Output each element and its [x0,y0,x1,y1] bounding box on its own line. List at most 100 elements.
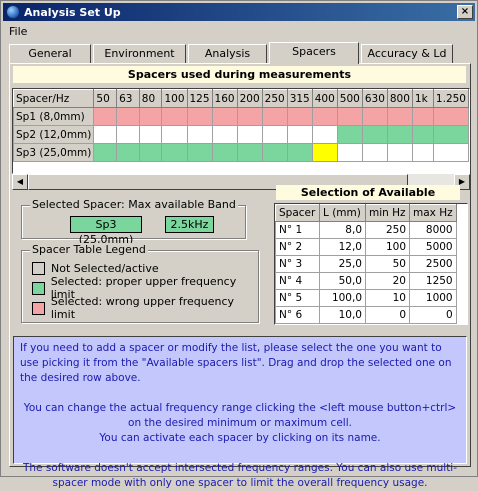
available-spacer-row[interactable]: N° 4 50,0 20 1250 [275,272,457,290]
available-spacers-title: Selection of Available Spacers [276,185,460,214]
available-spacer-cell[interactable]: N° 4 [275,272,320,290]
frequency-cell[interactable] [211,143,238,162]
frequency-cell[interactable] [361,125,388,144]
spacer-name-cell[interactable]: Sp3 (25,0mm) [13,143,95,162]
frequency-cell[interactable] [311,107,338,126]
frequency-cell[interactable] [93,125,118,144]
frequency-cell[interactable] [236,143,263,162]
frequency-cell[interactable] [161,107,188,126]
frequency-cell[interactable] [286,143,313,162]
frequency-cell[interactable] [236,125,263,144]
frequency-header: 400 [311,89,338,108]
frequency-cell[interactable] [432,107,469,126]
frequency-cell[interactable] [116,143,140,162]
available-spacer-cell[interactable]: 1000 [409,289,457,307]
close-button[interactable]: × [457,5,473,19]
frequency-cell[interactable] [432,125,469,144]
frequency-cell[interactable] [186,143,213,162]
spacer-name-cell[interactable]: Sp2 (12,0mm) [13,125,95,144]
frequency-cell[interactable] [161,125,188,144]
frequency-cell[interactable] [411,107,434,126]
frequency-cell[interactable] [93,107,118,126]
tab-analysis[interactable]: Analysis [188,44,267,63]
frequency-cell[interactable] [286,107,313,126]
tab-environment[interactable]: Environment [93,44,186,63]
frequency-cell[interactable] [311,125,338,144]
available-spacer-cell[interactable]: 5000 [409,238,457,256]
available-spacer-cell[interactable]: 50,0 [319,272,366,290]
available-spacer-cell[interactable]: N° 3 [275,255,320,273]
frequency-cell[interactable] [261,143,288,162]
available-spacer-cell[interactable]: 1250 [409,272,457,290]
available-spacers-table: Spacer L (mm) min Hz max Hz N° 1 8,0 250 8000 N°… [275,204,457,324]
frequency-header: 100 [161,89,188,108]
frequency-header: 80 [138,89,163,108]
frequency-cell[interactable] [211,125,238,144]
frequency-cell[interactable] [138,143,163,162]
frequency-cell[interactable] [261,125,288,144]
available-spacer-cell[interactable]: 100,0 [319,289,366,307]
frequency-cell[interactable] [93,143,118,162]
frequency-header: 800 [386,89,413,108]
frequency-cell[interactable] [286,125,313,144]
available-spacer-cell[interactable]: 0 [409,306,457,324]
frequency-cell[interactable] [386,143,413,162]
frequency-cell[interactable] [432,143,469,162]
frequency-cell[interactable] [138,107,163,126]
frequency-cell[interactable] [336,125,363,144]
frequency-cell[interactable] [361,107,388,126]
available-spacer-cell[interactable]: 8000 [409,221,457,239]
available-spacer-cell[interactable]: 10,0 [319,306,366,324]
available-spacer-row[interactable]: N° 2 12,0 100 5000 [275,238,457,256]
frequency-cell[interactable] [186,107,213,126]
tab-general[interactable]: General [9,44,91,63]
available-spacer-cell[interactable]: N° 5 [275,289,320,307]
frequency-cell[interactable] [411,143,434,162]
frequency-cell[interactable] [236,107,263,126]
selected-spacer-label: Selected Spacer: Max available Band [30,198,238,211]
available-spacer-cell[interactable]: 50 [365,255,410,273]
frequency-cell[interactable] [336,143,363,162]
available-spacer-cell[interactable]: 10 [365,289,410,307]
legend-text: Not Selected/active [51,261,159,275]
tab-spacers[interactable]: Spacers [269,42,359,64]
menu-bar: File [3,22,475,40]
frequency-cell[interactable] [186,125,213,144]
available-spacer-row[interactable]: N° 1 8,0 250 8000 [275,221,457,239]
available-spacer-cell[interactable]: N° 6 [275,306,320,324]
frequency-cell[interactable] [411,125,434,144]
frequency-cell[interactable] [116,125,140,144]
frequency-cell[interactable] [211,107,238,126]
frequency-cell[interactable] [261,107,288,126]
available-spacer-row[interactable]: N° 6 10,0 0 0 [275,306,457,324]
frequency-cell[interactable] [116,107,140,126]
tab-accuracy[interactable]: Accuracy & Ld [361,44,453,63]
title-bar[interactable]: Analysis Set Up × [3,3,475,21]
help-paragraph: If you need to add a spacer or modify th… [20,342,452,384]
available-spacer-cell[interactable]: N° 2 [275,238,320,256]
available-spacer-cell[interactable]: 25,0 [319,255,366,273]
legend-group: Spacer Table Legend Not Selected/active … [21,243,259,323]
available-spacer-cell[interactable]: 20 [365,272,410,290]
available-spacer-row[interactable]: N° 3 25,0 50 2500 [275,255,457,273]
frequency-header: 250 [261,89,288,108]
frequency-cell[interactable] [138,125,163,144]
available-spacer-cell[interactable]: 250 [365,221,410,239]
available-spacer-cell[interactable]: 12,0 [319,238,366,256]
legend-swatch-red [32,301,45,315]
frequency-cell[interactable] [161,143,188,162]
available-spacer-cell[interactable]: 2500 [409,255,457,273]
available-spacer-cell[interactable]: 0 [365,306,410,324]
frequency-cell[interactable] [311,143,338,162]
scroll-left-button[interactable]: ◀ [12,174,28,190]
available-spacer-cell[interactable]: N° 1 [275,221,320,239]
frequency-cell[interactable] [361,143,388,162]
frequency-cell[interactable] [386,107,413,126]
frequency-cell[interactable] [386,125,413,144]
available-spacer-row[interactable]: N° 5 100,0 10 1000 [275,289,457,307]
menu-file[interactable]: File [3,25,33,38]
available-spacer-cell[interactable]: 100 [365,238,410,256]
frequency-cell[interactable] [336,107,363,126]
spacer-name-cell[interactable]: Sp1 (8,0mm) [13,107,95,126]
available-spacer-cell[interactable]: 8,0 [319,221,366,239]
